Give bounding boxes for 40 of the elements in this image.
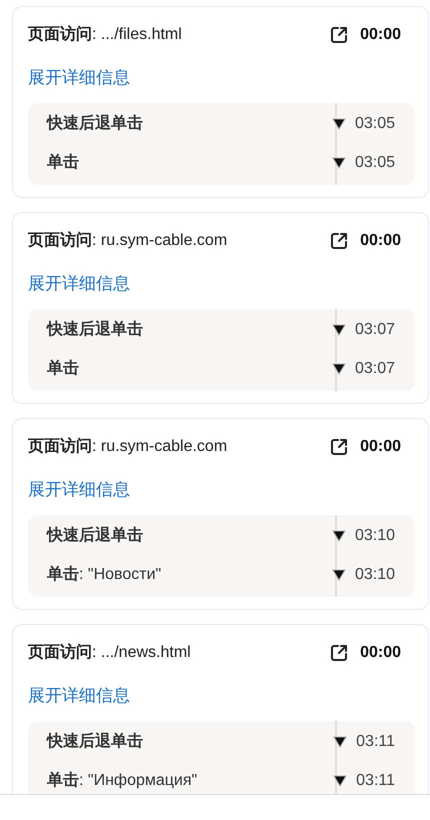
- event-time: 03:11: [356, 732, 395, 752]
- external-link-icon[interactable]: [330, 644, 348, 662]
- visit-time: 00:00: [360, 643, 401, 663]
- triangle-icon[interactable]: [333, 775, 348, 787]
- visit-time: 00:00: [360, 25, 401, 45]
- event-label: 单击: "Новости": [47, 564, 162, 585]
- event-label: 单击: [47, 152, 79, 173]
- visit-title: 页面访问: .../news.html: [28, 642, 191, 663]
- event-time: 03:05: [354, 114, 395, 134]
- event-time: 03:10: [354, 526, 395, 546]
- expand-details-link[interactable]: 展开详细信息: [28, 271, 130, 296]
- event-label: 单击: "Информация": [47, 770, 198, 791]
- triangle-icon[interactable]: [333, 736, 348, 748]
- triangle-icon[interactable]: [332, 363, 346, 375]
- event-label: 快速后退单击: [47, 113, 143, 134]
- triangle-icon[interactable]: [332, 118, 346, 130]
- external-link-icon[interactable]: [330, 26, 348, 44]
- visit-title: 页面访问: ru.sym-cable.com: [28, 230, 228, 251]
- external-link-icon[interactable]: [330, 438, 348, 456]
- event-label: 快速后退单击: [47, 319, 143, 340]
- event-time: 03:07: [354, 320, 395, 340]
- expand-details-link[interactable]: 展开详细信息: [28, 477, 130, 502]
- event-time: 03:10: [354, 565, 395, 585]
- triangle-icon[interactable]: [332, 530, 346, 542]
- event-time: 03:11: [356, 771, 395, 791]
- visit-time: 00:00: [360, 231, 401, 251]
- event-label: 快速后退单击: [47, 731, 143, 752]
- triangle-icon[interactable]: [332, 569, 346, 581]
- external-link-icon[interactable]: [330, 232, 348, 250]
- expand-details-link[interactable]: 展开详细信息: [28, 683, 130, 708]
- event-time: 03:07: [354, 359, 395, 379]
- visit-title: 页面访问: .../files.html: [28, 24, 182, 45]
- event-time: 03:05: [354, 153, 395, 173]
- triangle-icon[interactable]: [332, 324, 346, 336]
- triangle-icon[interactable]: [332, 157, 346, 169]
- visit-title: 页面访问: ru.sym-cable.com: [28, 436, 228, 457]
- expand-details-link[interactable]: 展开详细信息: [28, 65, 130, 90]
- visit-time: 00:00: [360, 437, 401, 457]
- event-label: 单击: [47, 358, 79, 379]
- event-label: 快速后退单击: [47, 525, 143, 546]
